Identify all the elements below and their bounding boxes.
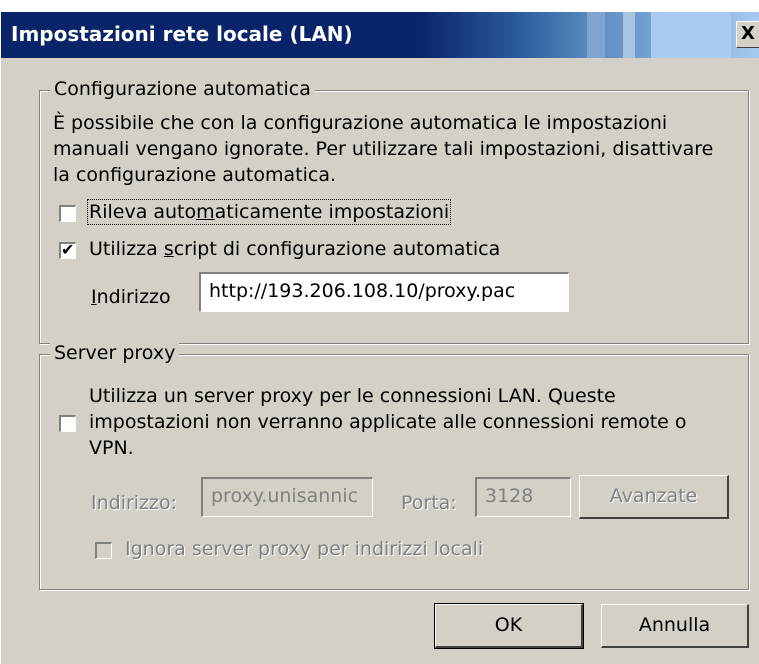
- title-bar[interactable]: Impostazioni rete locale (LAN) X: [1, 12, 759, 58]
- auto-config-legend: Configurazione automatica: [50, 78, 315, 100]
- checkmark-icon: ✔: [61, 240, 75, 259]
- proxy-port-value: 3128: [485, 485, 534, 507]
- advanced-button-label: Avanzate: [609, 485, 698, 507]
- proxy-address-value: proxy.unisannic: [211, 485, 359, 507]
- use-script-label[interactable]: Utilizza script di configurazione automa…: [89, 238, 500, 260]
- lan-settings-dialog: Impostazioni rete locale (LAN) X Configu…: [0, 12, 759, 664]
- auto-config-description-line-2: manuali vengano ignorate. Per utilizzare…: [53, 138, 714, 160]
- dialog-title: Impostazioni rete locale (LAN): [11, 22, 353, 46]
- proxy-description-line-2[interactable]: impostazioni non verranno applicate alle…: [89, 411, 687, 433]
- cancel-button[interactable]: Annulla: [601, 604, 749, 648]
- ok-button-label: OK: [494, 614, 523, 636]
- advanced-button[interactable]: Avanzate: [579, 475, 729, 519]
- proxy-address-label: Indirizzo:: [91, 492, 178, 514]
- script-address-input[interactable]: http://193.206.108.10/proxy.pac: [199, 272, 569, 312]
- close-button[interactable]: X: [736, 21, 759, 48]
- use-script-checkbox[interactable]: ✔: [59, 240, 76, 259]
- script-address-label: Indirizzo: [91, 286, 171, 308]
- close-icon: X: [741, 23, 755, 44]
- proxy-address-input[interactable]: proxy.unisannic: [201, 477, 373, 517]
- script-address-value: http://193.206.108.10/proxy.pac: [209, 280, 516, 302]
- cancel-button-label: Annulla: [638, 614, 711, 636]
- use-proxy-checkbox[interactable]: [59, 415, 76, 432]
- bypass-local-label[interactable]: Ignora server proxy per indirizzi locali: [125, 538, 483, 560]
- proxy-port-label: Porta:: [401, 492, 457, 514]
- detect-settings-label[interactable]: Rileva automaticamente impostazioni: [86, 199, 452, 225]
- detect-settings-checkbox[interactable]: [59, 205, 76, 222]
- proxy-legend: Server proxy: [50, 342, 180, 364]
- proxy-port-input[interactable]: 3128: [475, 477, 571, 517]
- proxy-description-line-3[interactable]: VPN.: [89, 437, 134, 459]
- proxy-description-line-1[interactable]: Utilizza un server proxy per le connessi…: [89, 385, 616, 407]
- auto-config-description-line-1: È possibile che con la configurazione au…: [53, 112, 668, 134]
- bypass-local-checkbox[interactable]: [95, 542, 112, 559]
- ok-button[interactable]: OK: [434, 603, 584, 649]
- auto-config-description-line-3: la configurazione automatica.: [53, 164, 337, 186]
